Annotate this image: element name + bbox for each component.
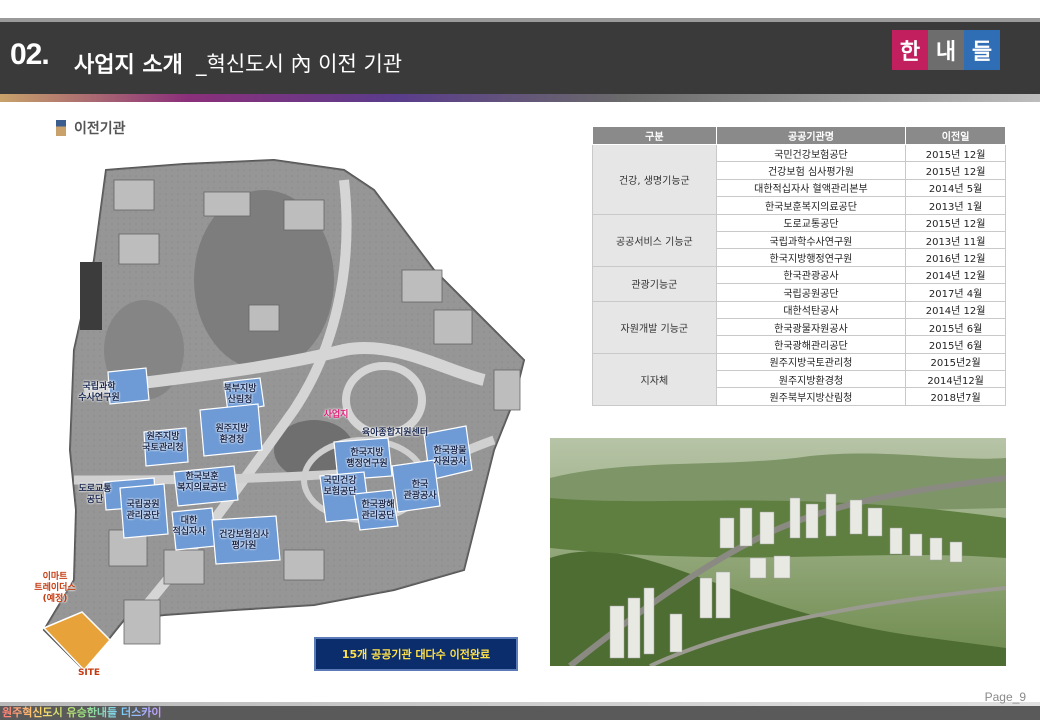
map-label-site: 사업지 bbox=[323, 410, 349, 420]
group-cell: 관광기능군 bbox=[592, 265, 717, 302]
org-cell: 원주북부지방산림청 bbox=[715, 387, 907, 406]
slide: 02. 사업지 소개 _혁신도시 內 이전 기관 한 내 들 이전기관 국립과학… bbox=[0, 0, 1040, 720]
date-cell: 2015년 12월 bbox=[905, 143, 1006, 163]
site-map bbox=[42, 158, 526, 672]
map-label-site-marker: SITE bbox=[77, 668, 101, 678]
org-cell: 대한석탄공사 bbox=[715, 300, 907, 319]
logo-char-3: 들 bbox=[964, 30, 1000, 70]
date-cell: 2015년 6월 bbox=[905, 335, 1006, 354]
map-label-nfs: 국립과학 수사연구원 bbox=[78, 382, 120, 403]
dark-block bbox=[80, 262, 102, 330]
org-cell: 국립과학수사연구원 bbox=[715, 230, 907, 250]
plot-block bbox=[248, 304, 280, 332]
map-caption-banner: 15개 공공기관 대다수 이전완료 bbox=[314, 637, 518, 671]
page-title: 사업지 소개 bbox=[74, 53, 183, 78]
org-cell: 원주지방환경청 bbox=[715, 370, 907, 389]
footer-brand-text: 원주혁신도시 유승한내들 더스카이 bbox=[2, 706, 162, 719]
org-cell: 건강보험 심사평가원 bbox=[715, 161, 907, 180]
date-cell: 2015년2월 bbox=[905, 352, 1006, 372]
date-cell: 2016년 12월 bbox=[905, 248, 1006, 267]
header-accent-stripe bbox=[0, 94, 1040, 102]
section-marker-icon bbox=[56, 120, 66, 136]
group-cell: 공공서비스 기능군 bbox=[592, 213, 717, 267]
table-row: 지자체 원주지방국토관리청 2015년2월 bbox=[592, 352, 1006, 406]
plot-block bbox=[401, 269, 443, 303]
date-cell: 2018년7월 bbox=[905, 387, 1006, 406]
date-cell: 2017년 4월 bbox=[905, 283, 1006, 302]
date-cell: 2014년 5월 bbox=[905, 178, 1006, 198]
plot-block bbox=[283, 199, 325, 231]
map-label-nhis: 국민건강 보험공단 bbox=[323, 476, 357, 497]
logo-char-2: 내 bbox=[928, 30, 964, 70]
org-cell: 한국광해관리공단 bbox=[715, 335, 907, 354]
date-cell: 2014년12월 bbox=[905, 370, 1006, 389]
map-label-park: 국립공원 관리공단 bbox=[126, 500, 160, 521]
map-label-childcare: 육아종합지원센터 bbox=[361, 428, 429, 438]
date-cell: 2014년 12월 bbox=[905, 300, 1006, 319]
brand-logo: 한 내 들 bbox=[892, 30, 1000, 70]
group-cell: 건강, 생명기능군 bbox=[592, 144, 717, 215]
institutions-table: 구분 공공기관명 이전일 건강, 생명기능군 국민건강보험공단 2015년 12… bbox=[592, 126, 1006, 406]
plot-block bbox=[118, 233, 160, 265]
aerial-rendering-image bbox=[550, 438, 1006, 666]
date-cell: 2015년 12월 bbox=[905, 213, 1006, 232]
table-row: 건강, 생명기능군 국민건강보험공단 2015년 12월 bbox=[592, 143, 1006, 215]
plot-block bbox=[113, 179, 155, 211]
plot-block bbox=[203, 191, 251, 217]
group-cell: 자원개발 기능군 bbox=[592, 300, 717, 354]
page-number: Page_9 bbox=[984, 690, 1026, 704]
group-cell: 지자체 bbox=[592, 352, 717, 406]
section-number: 02. bbox=[10, 38, 50, 71]
date-cell: 2014년 12월 bbox=[905, 265, 1006, 285]
map-label-krila: 한국지방 행정연구원 bbox=[346, 448, 388, 469]
org-cell: 국민건강보험공단 bbox=[715, 143, 907, 163]
org-cell: 한국보훈복지의료공단 bbox=[715, 196, 907, 215]
org-cell: 한국지방행정연구원 bbox=[715, 248, 907, 267]
map-label-land: 원주지방 국토관리청 bbox=[142, 432, 184, 453]
map-label-hira: 건강보험심사 평가원 bbox=[219, 530, 269, 551]
table-header-date: 이전일 bbox=[905, 126, 1006, 145]
map-label-forest: 북부지방 산림청 bbox=[223, 384, 257, 405]
section-heading-text: 이전기관 bbox=[74, 121, 126, 137]
date-cell: 2013년 1월 bbox=[905, 196, 1006, 215]
table-header-org: 공공기관명 bbox=[715, 126, 907, 145]
plot-block bbox=[163, 549, 205, 585]
table-row: 자원개발 기능군 대한석탄공사 2014년 12월 bbox=[592, 300, 1006, 354]
date-cell: 2015년 12월 bbox=[905, 161, 1006, 180]
table-row: 관광기능군 한국관광공사 2014년 12월 bbox=[592, 265, 1006, 302]
institutions-table-wrapper: 구분 공공기관명 이전일 건강, 생명기능군 국민건강보험공단 2015년 12… bbox=[592, 126, 1006, 406]
org-cell: 원주지방국토관리청 bbox=[715, 352, 907, 372]
table-row: 공공서비스 기능군 도로교통공단 2015년 12월 bbox=[592, 213, 1006, 267]
page-subtitle: _혁신도시 內 이전 기관 bbox=[196, 52, 403, 76]
map-label-veterans: 한국보훈 복지의료공단 bbox=[177, 472, 227, 493]
map-label-emart: 이마트 트레이더스 (예정) bbox=[34, 572, 76, 604]
org-cell: 도로교통공단 bbox=[715, 213, 907, 232]
org-cell: 대한적십자사 혈액관리본부 bbox=[715, 178, 907, 198]
org-cell: 한국관광공사 bbox=[715, 265, 907, 285]
plot-block bbox=[493, 369, 521, 411]
logo-char-1: 한 bbox=[892, 30, 928, 70]
date-cell: 2015년 6월 bbox=[905, 317, 1006, 337]
table-header-category: 구분 bbox=[592, 126, 717, 145]
map-label-kores: 한국광물 자원공사 bbox=[433, 446, 467, 467]
org-cell: 한국광물자원공사 bbox=[715, 317, 907, 337]
map-label-kto: 한국 관광공사 bbox=[403, 480, 437, 501]
section-heading: 이전기관 bbox=[56, 118, 126, 138]
plot-block bbox=[123, 599, 161, 645]
map-label-mireco: 한국광해 관리공단 bbox=[361, 500, 395, 521]
map-label-env: 원주지방 환경청 bbox=[215, 424, 249, 445]
plot-block bbox=[283, 549, 325, 581]
org-cell: 국립공원공단 bbox=[715, 283, 907, 302]
plot-block bbox=[433, 309, 473, 345]
date-cell: 2013년 11월 bbox=[905, 230, 1006, 250]
